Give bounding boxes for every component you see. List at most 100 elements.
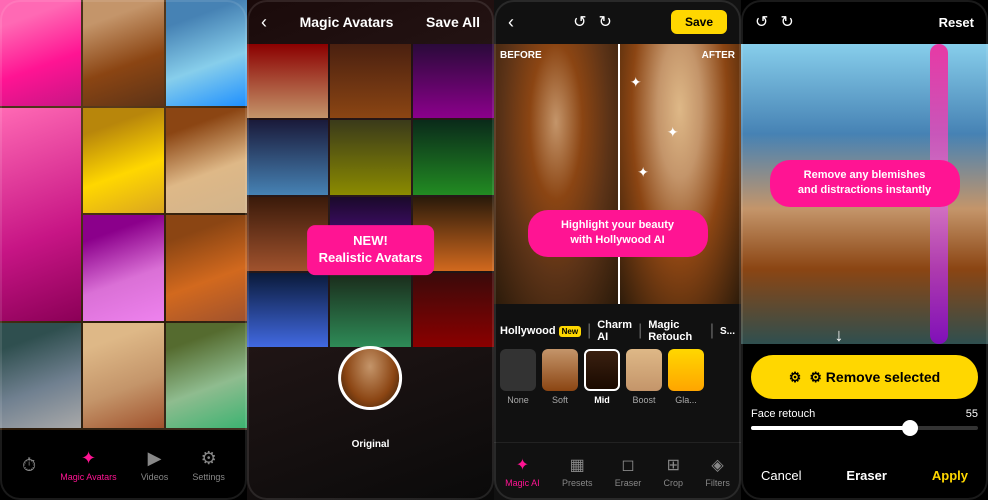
avatar-cell bbox=[413, 120, 494, 194]
redo-button[interactable]: ↻ bbox=[598, 12, 611, 32]
save-button[interactable]: Save bbox=[671, 10, 727, 34]
bottom-nav: ⏱ ✦ Magic Avatars ▶ Videos ⚙ Settings bbox=[0, 430, 247, 500]
tab-filters-label: Filters bbox=[705, 478, 730, 488]
avatar-cell bbox=[330, 197, 411, 271]
sparkle-icon: ✦ bbox=[637, 164, 649, 181]
tab-eraser-label: Eraser bbox=[615, 478, 642, 488]
original-label: Original bbox=[352, 439, 390, 450]
avatar-cell bbox=[330, 120, 411, 194]
intensity-row: None Soft Mid Boost Gla... bbox=[494, 345, 741, 409]
panel-header: ↺ ↻ Reset bbox=[741, 0, 988, 44]
face-retouch-label-row: Face retouch 55 bbox=[751, 408, 978, 420]
collage-cell bbox=[166, 0, 247, 106]
sparkle-icon: ✦ bbox=[630, 74, 642, 91]
panel-header: ‹ ↺ ↻ Save bbox=[494, 0, 741, 44]
back-button[interactable]: ‹ bbox=[508, 12, 514, 33]
settings-icon: ⚙ bbox=[201, 448, 217, 469]
original-avatar-circle[interactable] bbox=[338, 346, 402, 410]
avatar-cell bbox=[413, 273, 494, 347]
nav-item-videos[interactable]: ▶ Videos bbox=[141, 448, 168, 482]
preset-s[interactable]: S... bbox=[720, 326, 735, 337]
tab-magic-ai[interactable]: ✦ Magic AI bbox=[505, 455, 540, 488]
collage-cell bbox=[0, 0, 81, 106]
eraser-icon: ◻ bbox=[621, 455, 634, 475]
preset-hollywood[interactable]: Hollywood New bbox=[500, 325, 581, 337]
collage-cell bbox=[83, 108, 164, 214]
preset-magic-retouch[interactable]: Magic Retouch bbox=[648, 319, 704, 343]
save-all-button[interactable]: Save All bbox=[426, 14, 480, 30]
remove-selected-label: ⚙ Remove selected bbox=[809, 369, 940, 386]
intensity-soft[interactable]: Soft bbox=[542, 349, 578, 405]
blemish-bubble: Remove any blemishesand distractions ins… bbox=[770, 160, 960, 207]
nav-label-settings: Settings bbox=[192, 472, 225, 482]
magic-ai-icon: ✦ bbox=[516, 455, 529, 475]
tab-presets-label: Presets bbox=[562, 478, 593, 488]
preset-charm-ai[interactable]: Charm AI bbox=[597, 319, 632, 343]
undo-button[interactable]: ↺ bbox=[755, 12, 768, 32]
before-label: BEFORE bbox=[500, 50, 542, 61]
history-icon: ⏱ bbox=[22, 455, 36, 476]
collage-cell bbox=[83, 0, 164, 106]
panel-magic-avatars: ⏱ ✦ Magic Avatars ▶ Videos ⚙ Settings bbox=[0, 0, 247, 500]
collage-cell bbox=[0, 323, 81, 429]
panel-before-after: ‹ ↺ ↻ Save BEFORE AFTER ✦ ✦ ✦ Highlight … bbox=[494, 0, 741, 500]
nav-item-settings[interactable]: ⚙ Settings bbox=[192, 448, 225, 482]
filters-icon: ◈ bbox=[711, 455, 723, 475]
panel-header: ‹ Magic Avatars Save All bbox=[247, 0, 494, 44]
magic-avatars-icon: ✦ bbox=[81, 448, 96, 469]
apply-button[interactable]: Apply bbox=[932, 468, 968, 483]
remove-selected-button[interactable]: ⚙ ⚙ Remove selected bbox=[751, 355, 978, 399]
nav-item-history[interactable]: ⏱ bbox=[22, 455, 36, 476]
nav-label-videos: Videos bbox=[141, 472, 168, 482]
tab-eraser[interactable]: ◻ Eraser bbox=[615, 455, 642, 488]
avatar-cell bbox=[413, 44, 494, 118]
reset-button[interactable]: Reset bbox=[939, 15, 974, 30]
tab-crop-label: Crop bbox=[664, 478, 684, 488]
cancel-button[interactable]: Cancel bbox=[761, 468, 801, 483]
tab-presets[interactable]: ▦ Presets bbox=[562, 455, 593, 488]
arrow-down-icon: ↓ bbox=[835, 325, 844, 346]
highlight-text: Highlight your beautywith Hollywood AI bbox=[561, 219, 674, 246]
avatar-cell bbox=[247, 44, 328, 118]
header-title: Magic Avatars bbox=[300, 14, 394, 30]
intensity-gla[interactable]: Gla... bbox=[668, 349, 704, 405]
tab-magic-ai-label: Magic AI bbox=[505, 478, 540, 488]
blemish-text: Remove any blemishesand distractions ins… bbox=[798, 169, 931, 196]
presets-icon: ▦ bbox=[570, 455, 585, 475]
face-retouch-text: Face retouch bbox=[751, 408, 815, 420]
undo-button[interactable]: ↺ bbox=[573, 12, 586, 32]
remove-selected-icon: ⚙ bbox=[789, 369, 802, 386]
crop-icon: ⊞ bbox=[667, 455, 680, 475]
intensity-none[interactable]: None bbox=[500, 349, 536, 405]
collage-cell bbox=[166, 323, 247, 429]
face-retouch-slider[interactable] bbox=[751, 426, 978, 430]
eraser-button[interactable]: Eraser bbox=[846, 468, 886, 483]
slider-thumb[interactable] bbox=[902, 420, 918, 436]
preset-row: Hollywood New | Charm AI | Magic Retouch… bbox=[494, 315, 741, 347]
tab-crop[interactable]: ⊞ Crop bbox=[664, 455, 684, 488]
redo-button[interactable]: ↻ bbox=[780, 12, 793, 32]
collage-cell bbox=[0, 108, 81, 321]
tab-filters[interactable]: ◈ Filters bbox=[705, 455, 730, 488]
collage-cell bbox=[166, 215, 247, 321]
intensity-mid[interactable]: Mid bbox=[584, 349, 620, 405]
sparkle-icon: ✦ bbox=[667, 124, 679, 141]
avatar-cell bbox=[330, 273, 411, 347]
videos-icon: ▶ bbox=[148, 448, 162, 469]
avatar-cell bbox=[330, 44, 411, 118]
intensity-boost[interactable]: Boost bbox=[626, 349, 662, 405]
collage-cell bbox=[83, 323, 164, 429]
face-retouch-section: Face retouch 55 bbox=[751, 408, 978, 430]
avatar-collage-grid bbox=[0, 0, 247, 430]
editor-bottom-tabs: ✦ Magic AI ▦ Presets ◻ Eraser ⊞ Crop ◈ F… bbox=[494, 442, 741, 500]
panel-blemish-remover: ↺ ↻ Reset Remove any blemishesand distra… bbox=[741, 0, 988, 500]
slider-fill bbox=[751, 426, 910, 430]
avatar-cell bbox=[413, 197, 494, 271]
after-label: AFTER bbox=[702, 50, 735, 61]
avatar-grid bbox=[247, 44, 494, 500]
back-button[interactable]: ‹ bbox=[261, 12, 267, 33]
before-photo: BEFORE bbox=[494, 44, 618, 304]
nav-item-magic-avatars[interactable]: ✦ Magic Avatars bbox=[60, 448, 116, 482]
undo-redo-controls: ↺ ↻ bbox=[755, 12, 794, 32]
highlight-bubble: Highlight your beautywith Hollywood AI bbox=[528, 210, 708, 257]
